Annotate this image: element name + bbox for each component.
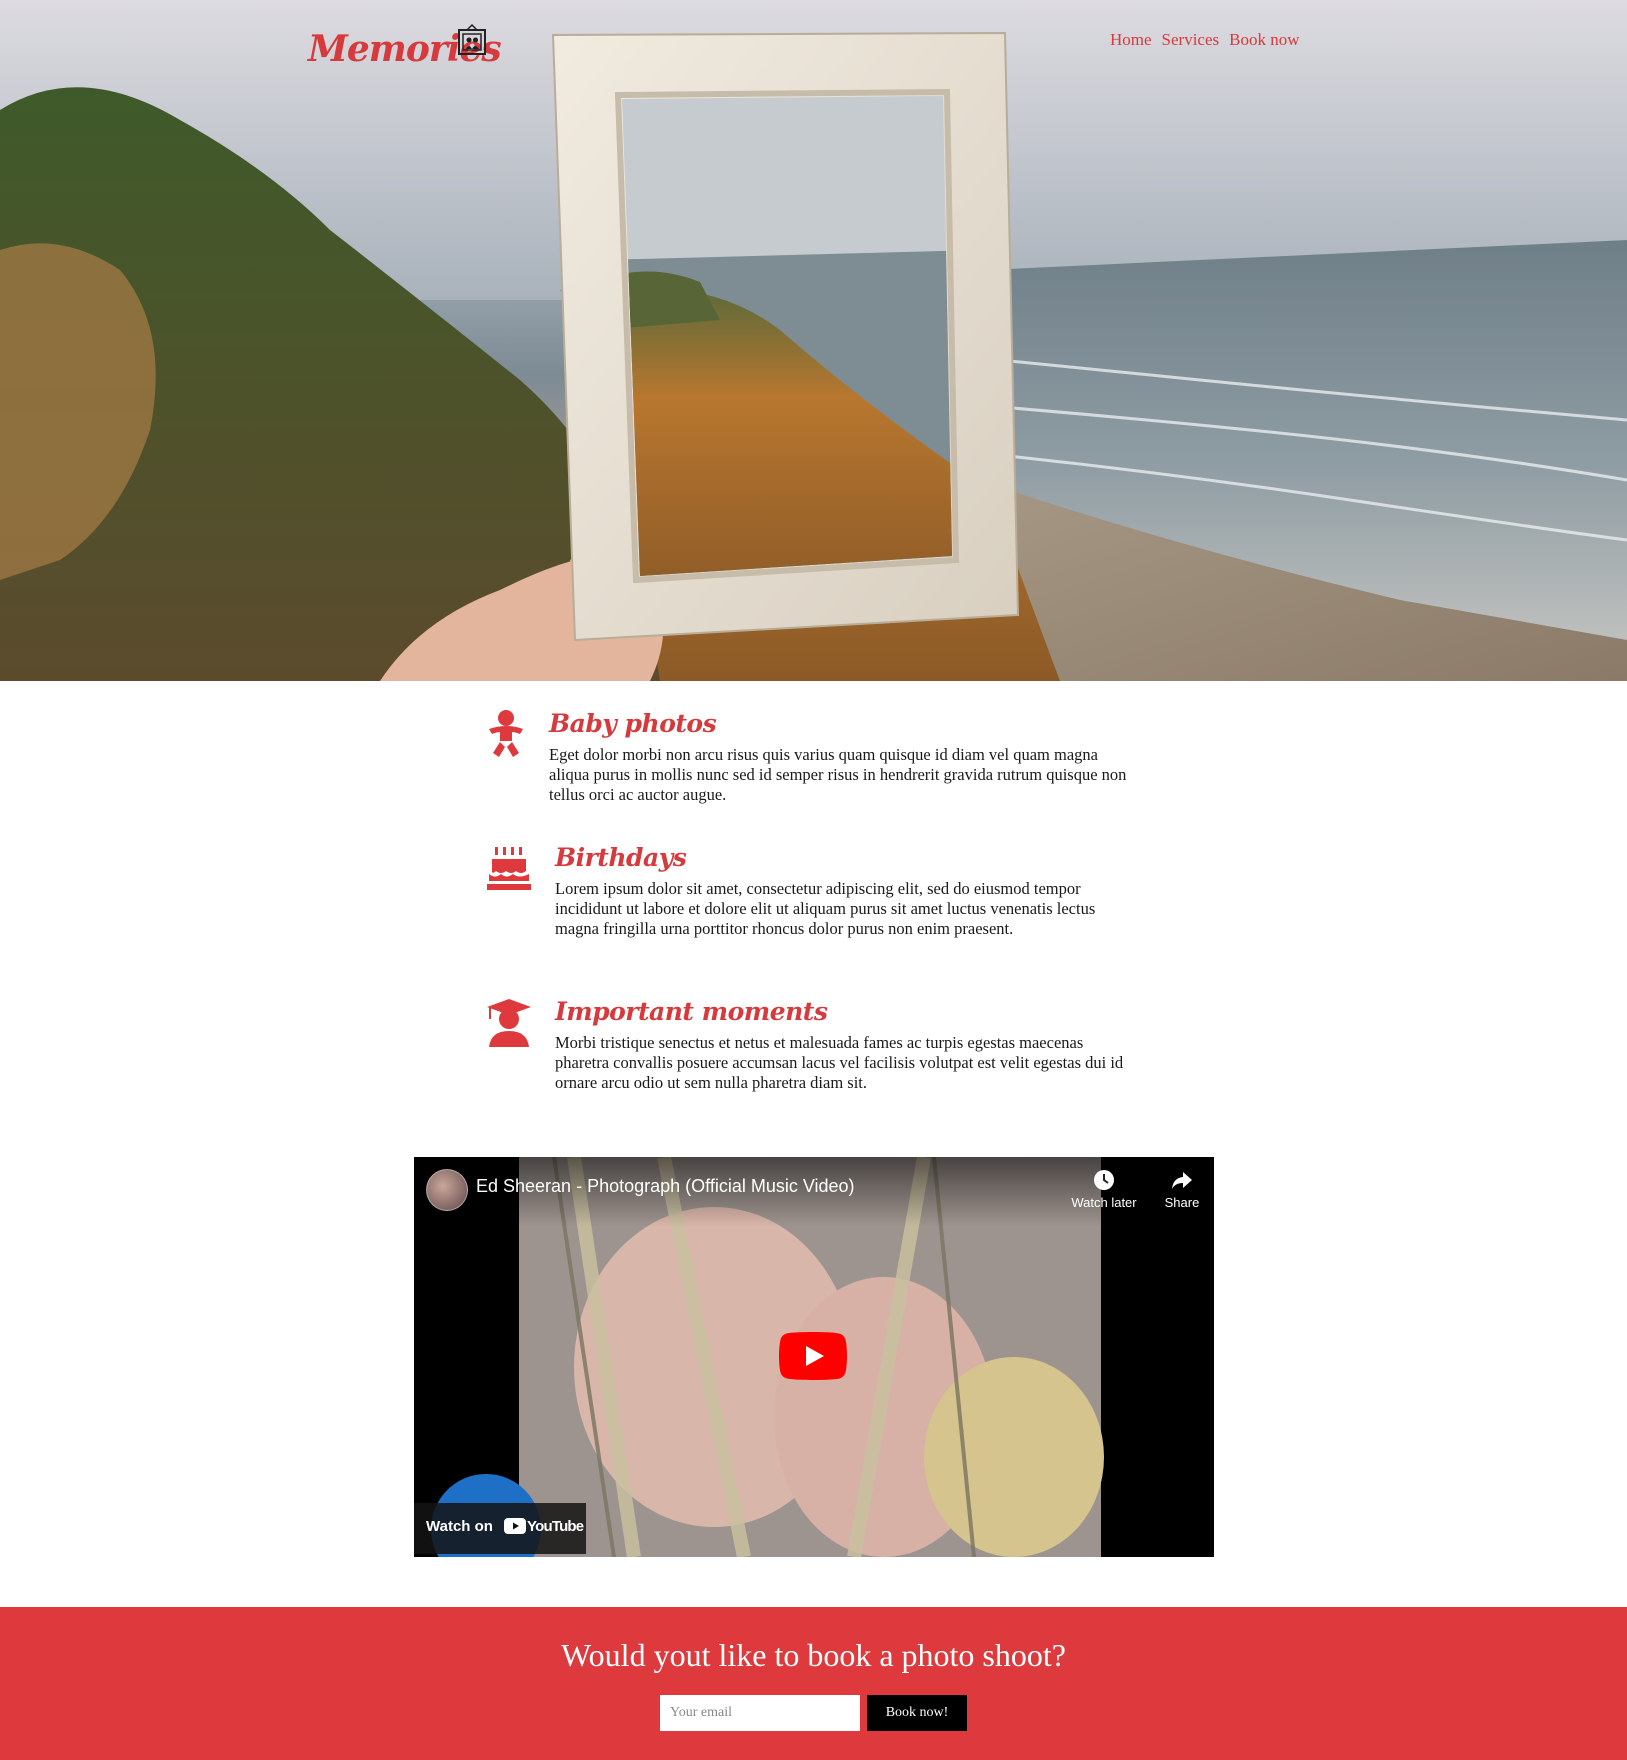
picture-frame-icon [458, 24, 486, 55]
email-input[interactable] [660, 1695, 860, 1731]
clock-icon [1094, 1170, 1114, 1190]
nav-book-now-link[interactable]: Book now [1229, 30, 1299, 50]
feature-important-moments: Important moments Morbi tristique senect… [487, 997, 1137, 1107]
baby-icon [489, 710, 523, 757]
video-title[interactable]: Ed Sheeran - Photograph (Official Music … [476, 1176, 855, 1197]
youtube-wordmark: YouTube [527, 1518, 584, 1535]
feature-text: Eget dolor morbi non arcu risus quis var… [549, 745, 1127, 804]
booking-section: Would yout like to book a photo shoot? B… [0, 1607, 1627, 1760]
play-button[interactable] [779, 1332, 847, 1380]
feature-birthdays: Birthdays Lorem ipsum dolor sit amet, co… [487, 843, 1137, 968]
main-nav: Home Services Book now [1110, 30, 1300, 50]
share-icon [1172, 1172, 1192, 1189]
feature-baby-photos: Baby photos Eget dolor morbi non arcu ri… [487, 709, 1127, 819]
feature-title: Birthdays [555, 843, 687, 872]
watch-later-button[interactable]: Watch later [1064, 1169, 1144, 1210]
channel-avatar[interactable] [426, 1169, 468, 1211]
booking-heading: Would yout like to book a photo shoot? [561, 1637, 1066, 1673]
share-button[interactable]: Share [1142, 1169, 1214, 1210]
feature-title: Baby photos [549, 709, 717, 738]
nav-home-link[interactable]: Home [1110, 30, 1152, 50]
hero-section: Memories Home Services Book now [0, 0, 1627, 681]
youtube-logo-icon [504, 1518, 526, 1534]
feature-title: Important moments [555, 997, 828, 1026]
book-now-button[interactable]: Book now! [867, 1695, 967, 1731]
graduate-icon [487, 999, 531, 1047]
watch-on-youtube-link[interactable]: Watch on YouTube [414, 1503, 586, 1554]
hero-image [0, 0, 1627, 681]
feature-text: Morbi tristique senectus et netus et mal… [555, 1033, 1124, 1092]
youtube-video-embed[interactable]: Ed Sheeran - Photograph (Official Music … [414, 1157, 1214, 1557]
birthday-cake-icon [487, 847, 531, 890]
nav-services-link[interactable]: Services [1162, 30, 1220, 50]
feature-text: Lorem ipsum dolor sit amet, consectetur … [555, 879, 1096, 938]
